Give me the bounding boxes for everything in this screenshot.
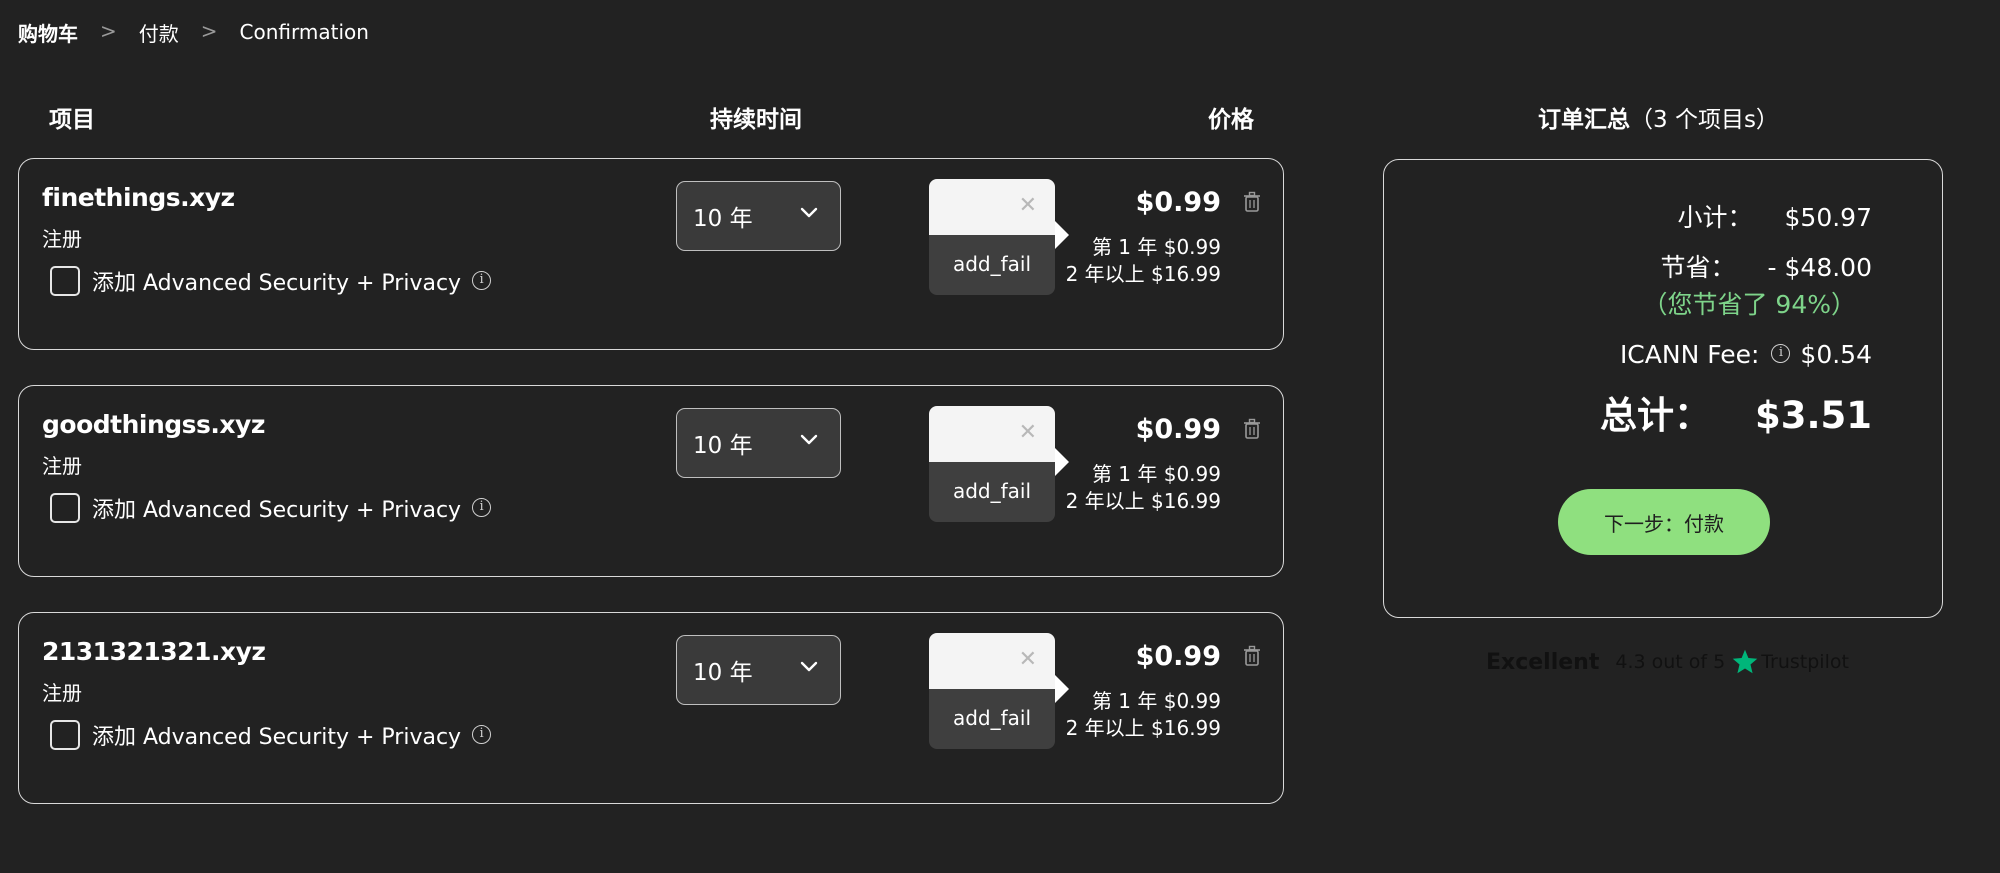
savings-label: 节省： [1660,253,1736,282]
error-popup: ✕ add_fail [929,406,1069,522]
item-type: 注册 [42,454,82,478]
close-icon[interactable]: ✕ [1019,420,1037,445]
addon-option: 添加 Advanced Security + Privacy i [50,719,492,751]
icann-fee-value: $0.54 [1800,340,1872,369]
summary-item-count: （3 个项目s） [1630,107,1779,133]
trash-icon[interactable] [1243,191,1261,213]
icann-fee-label: ICANN Fee: [1619,340,1760,369]
popup-message: add_fail [929,689,1055,749]
info-icon[interactable]: i [1771,344,1791,363]
addon-label: 添加 Advanced Security + Privacy [92,498,462,523]
addon-checkbox[interactable] [50,266,80,296]
savings-row: 节省： - $48.00 [1661,248,1872,284]
item-price: $0.99 [1135,641,1221,672]
savings-value: - $48.00 [1767,253,1872,282]
cart-item: 2131321321.xyz 注册 添加 Advanced Security +… [18,612,1284,804]
renewal-price: 2 年以上 $16.99 [1065,489,1221,513]
popup-message: add_fail [929,235,1055,295]
total-label: 总计： [1599,394,1711,437]
subtotal-row: 小计： $50.97 [1678,198,1873,234]
savings-percent: （您节省了 94%） [1642,290,1856,319]
info-icon[interactable]: i [472,497,492,517]
star-icon [1732,649,1758,674]
first-year-price: 第 1 年 $0.99 [1091,235,1221,259]
next-payment-button[interactable]: 下一步：付款 [1558,489,1770,555]
addon-checkbox[interactable] [50,493,80,523]
addon-option: 添加 Advanced Security + Privacy i [50,265,492,297]
first-year-price: 第 1 年 $0.99 [1091,462,1221,486]
cart-item: goodthingss.xyz 注册 添加 Advanced Security … [18,385,1284,577]
info-icon[interactable]: i [472,270,492,290]
order-summary-panel: 小计： $50.97 节省： - $48.00 （您节省了 94%） ICANN F… [1383,159,1943,618]
item-price: $0.99 [1135,414,1221,445]
addon-label: 添加 Advanced Security + Privacy [92,271,462,296]
item-type: 注册 [42,681,82,705]
trash-icon[interactable] [1243,418,1261,440]
column-header-price: 价格 [1208,107,1254,133]
duration-select[interactable]: 10 年 [676,635,841,705]
order-summary-title: 订单汇总（3 个项目s） [1538,100,1779,134]
breadcrumb-payment[interactable]: 付款 [139,18,179,47]
renewal-price: 2 年以上 $16.99 [1065,262,1221,286]
rating-score: 4.3 out of 5 [1615,651,1726,673]
item-type: 注册 [42,227,82,251]
column-header-duration: 持续时间 [710,107,802,133]
addon-checkbox[interactable] [50,720,80,750]
icann-fee-row: ICANN Fee: i $0.54 [1620,340,1872,369]
duration-select[interactable]: 10 年 [676,408,841,478]
total-row: 总计： $3.51 [1600,385,1872,439]
addon-option: 添加 Advanced Security + Privacy i [50,492,492,524]
chevron-down-icon [800,661,818,672]
duration-value: 10 年 [693,660,753,686]
duration-value: 10 年 [693,433,753,459]
popup-arrow [1055,675,1069,703]
chevron-right-icon: > [100,19,117,43]
popup-arrow [1055,448,1069,476]
subtotal-value: $50.97 [1784,203,1872,232]
duration-select[interactable]: 10 年 [676,181,841,251]
chevron-right-icon: > [200,19,218,43]
domain-name: finethings.xyz [42,183,235,212]
summary-title-text: 订单汇总 [1538,107,1630,133]
close-icon[interactable]: ✕ [1019,193,1037,218]
renewal-price: 2 年以上 $16.99 [1065,716,1221,740]
first-year-price: 第 1 年 $0.99 [1091,689,1221,713]
domain-name: 2131321321.xyz [42,637,266,666]
breadcrumb-cart[interactable]: 购物车 [18,18,78,47]
close-icon[interactable]: ✕ [1019,647,1037,672]
duration-value: 10 年 [693,206,753,232]
popup-message: add_fail [929,462,1055,522]
breadcrumb: 购物车 > 付款 > Confirmation [18,16,369,48]
trustpilot-brand: Trustpilot [1761,651,1849,673]
item-price: $0.99 [1135,187,1221,218]
chevron-down-icon [800,434,818,445]
popup-arrow [1055,221,1069,249]
chevron-down-icon [800,207,818,218]
addon-label: 添加 Advanced Security + Privacy [92,725,462,750]
breadcrumb-confirmation[interactable]: Confirmation [240,20,369,44]
column-header-item: 项目 [49,107,95,133]
domain-name: goodthingss.xyz [42,410,265,439]
cart-item: finethings.xyz 注册 添加 Advanced Security +… [18,158,1284,350]
info-icon[interactable]: i [472,724,492,744]
subtotal-label: 小计： [1677,203,1753,232]
trash-icon[interactable] [1243,645,1261,667]
total-value: $3.51 [1754,394,1872,437]
trustpilot-widget[interactable]: Excellent 4.3 out of 5 Trustpilot [1486,648,1849,676]
error-popup: ✕ add_fail [929,179,1069,295]
error-popup: ✕ add_fail [929,633,1069,749]
rating-word: Excellent [1486,649,1600,675]
